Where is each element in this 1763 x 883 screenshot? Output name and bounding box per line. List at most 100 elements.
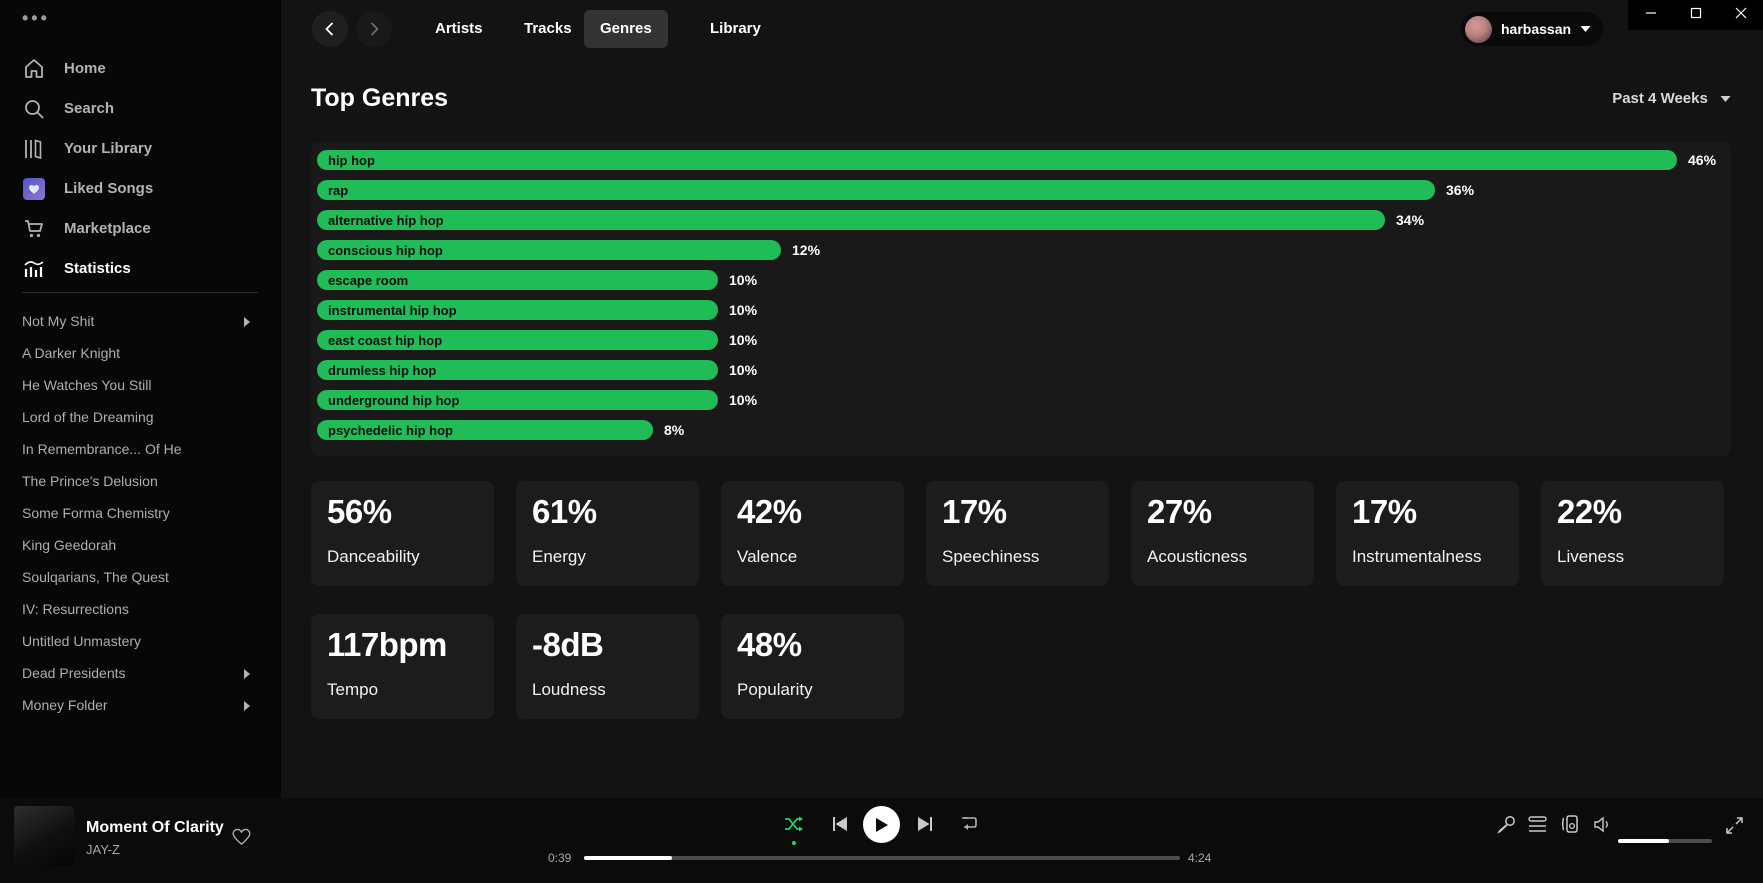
stat-label: Instrumentalness bbox=[1352, 547, 1481, 567]
skip-back-icon bbox=[831, 816, 848, 832]
playlist-label: Soulqarians, The Quest bbox=[22, 569, 169, 585]
playlist-item[interactable]: Not My Shit bbox=[0, 309, 281, 335]
playlist-item[interactable]: King Geedorah bbox=[0, 533, 281, 559]
playlist-label: A Darker Knight bbox=[22, 345, 120, 361]
sidebar-item-your-library[interactable]: Your Library bbox=[0, 134, 281, 164]
connect-device-button[interactable] bbox=[1560, 814, 1580, 839]
next-button[interactable] bbox=[917, 816, 934, 837]
play-button[interactable] bbox=[863, 806, 900, 843]
like-track-button[interactable] bbox=[232, 828, 251, 851]
time-range-dropdown[interactable]: Past 4 Weeks bbox=[1612, 90, 1731, 107]
avatar bbox=[1465, 16, 1492, 43]
now-playing-title[interactable]: Moment Of Clarity bbox=[86, 819, 224, 837]
tab-genres[interactable]: Genres bbox=[584, 10, 668, 48]
queue-button[interactable] bbox=[1528, 816, 1547, 838]
album-art[interactable] bbox=[14, 806, 74, 866]
sidebar-item-search[interactable]: Search bbox=[0, 94, 281, 124]
playlist-item[interactable]: Some Forma Chemistry bbox=[0, 501, 281, 527]
tab-library[interactable]: Library bbox=[694, 10, 777, 48]
progress-bar[interactable] bbox=[584, 856, 1180, 860]
genre-bar: underground hip hop bbox=[317, 390, 718, 410]
genre-bar: hip hop bbox=[317, 150, 1677, 170]
lyrics-button[interactable] bbox=[1497, 815, 1516, 839]
tab-artists[interactable]: Artists bbox=[419, 10, 499, 48]
marketplace-icon bbox=[22, 217, 46, 241]
stat-card-tempo: 117bpmTempo bbox=[311, 614, 494, 719]
playlist-item[interactable]: IV: Resurrections bbox=[0, 597, 281, 623]
devices-icon bbox=[1560, 814, 1580, 834]
stat-label: Valence bbox=[737, 547, 797, 567]
stat-card-speechiness: 17% Speechiness bbox=[926, 481, 1109, 586]
skip-forward-icon bbox=[917, 816, 934, 832]
sidebar-item-home[interactable]: Home bbox=[0, 54, 281, 84]
shuffle-icon bbox=[784, 814, 804, 834]
genre-value-label: 12% bbox=[792, 240, 820, 260]
library-icon bbox=[22, 137, 46, 161]
sidebar-item-marketplace[interactable]: Marketplace bbox=[0, 214, 281, 244]
playlist-label: Some Forma Chemistry bbox=[22, 505, 170, 521]
stat-card-popularity: 48%Popularity bbox=[721, 614, 904, 719]
genre-label: rap bbox=[328, 183, 348, 198]
stat-card-instrumentalness: 17% Instrumentalness bbox=[1336, 481, 1519, 586]
shuffle-button[interactable] bbox=[784, 814, 804, 845]
stat-value: 17% bbox=[1352, 493, 1417, 531]
sidebar-item-statistics[interactable]: Statistics bbox=[0, 254, 281, 284]
stat-card-valence: 42%Valence bbox=[721, 481, 904, 586]
app-menu-icon[interactable]: ••• bbox=[22, 8, 50, 29]
minimize-button[interactable] bbox=[1628, 0, 1673, 30]
playlist-item[interactable]: Untitled Unmastery bbox=[0, 629, 281, 655]
nav-forward-button[interactable] bbox=[356, 11, 392, 47]
playlist-item[interactable]: Soulqarians, The Quest bbox=[0, 565, 281, 591]
microphone-icon bbox=[1497, 815, 1516, 834]
sidebar-item-label: Your Library bbox=[64, 140, 152, 157]
volume-slider[interactable] bbox=[1618, 839, 1712, 843]
genre-bar: instrumental hip hop bbox=[317, 300, 718, 320]
nav-back-button[interactable] bbox=[312, 11, 348, 47]
now-playing-artist[interactable]: JAY-Z bbox=[86, 842, 120, 857]
genre-label: underground hip hop bbox=[328, 393, 459, 408]
sidebar-item-label: Search bbox=[64, 100, 114, 117]
genre-label: psychedelic hip hop bbox=[328, 423, 453, 438]
playlist-item[interactable]: The Prince's Delusion bbox=[0, 469, 281, 495]
playlist-item[interactable]: He Watches You Still bbox=[0, 373, 281, 399]
submenu-chevron-icon[interactable] bbox=[241, 315, 253, 327]
playlist-label: He Watches You Still bbox=[22, 377, 151, 393]
previous-button[interactable] bbox=[831, 816, 848, 837]
maximize-button[interactable] bbox=[1673, 0, 1718, 30]
chevron-down-icon bbox=[1720, 95, 1731, 103]
stat-label: Energy bbox=[532, 547, 586, 567]
tab-tracks[interactable]: Tracks bbox=[508, 10, 588, 48]
time-range-label: Past 4 Weeks bbox=[1612, 90, 1708, 107]
stat-label: Speechiness bbox=[942, 547, 1039, 567]
volume-mute-button[interactable] bbox=[1593, 816, 1612, 838]
playlist-item[interactable]: Money Folder bbox=[0, 693, 281, 719]
stat-value: 22% bbox=[1557, 493, 1622, 531]
chevron-right-icon bbox=[366, 21, 382, 37]
close-button[interactable] bbox=[1718, 0, 1763, 30]
stat-label: Loudness bbox=[532, 680, 606, 700]
chevron-down-icon bbox=[1580, 25, 1591, 33]
genre-label: east coast hip hop bbox=[328, 333, 442, 348]
playlist-item[interactable]: A Darker Knight bbox=[0, 341, 281, 367]
sidebar: ••• Home Search Your Library Liked Songs Mar… bbox=[0, 0, 281, 798]
user-menu-button[interactable]: harbassan bbox=[1461, 12, 1603, 46]
playlist-item[interactable]: Lord of the Dreaming bbox=[0, 405, 281, 431]
fullscreen-button[interactable] bbox=[1726, 817, 1743, 839]
playlist-item[interactable]: In Remembrance... Of He bbox=[0, 437, 281, 463]
submenu-chevron-icon[interactable] bbox=[241, 667, 253, 679]
playlist-label: IV: Resurrections bbox=[22, 601, 129, 617]
genre-value-label: 10% bbox=[729, 270, 757, 290]
stat-value: 17% bbox=[942, 493, 1007, 531]
genre-value-label: 10% bbox=[729, 360, 757, 380]
sidebar-item-liked-songs[interactable]: Liked Songs bbox=[0, 174, 281, 204]
genre-value-label: 46% bbox=[1688, 150, 1716, 170]
app-window: ••• Home Search Your Library Liked Songs Mar… bbox=[0, 0, 1763, 883]
repeat-button[interactable] bbox=[959, 814, 979, 838]
submenu-chevron-icon[interactable] bbox=[241, 699, 253, 711]
genre-bar: drumless hip hop bbox=[317, 360, 718, 380]
username: harbassan bbox=[1501, 21, 1571, 37]
playlist-item[interactable]: Dead Presidents bbox=[0, 661, 281, 687]
stat-card-danceability: 56%Danceability bbox=[311, 481, 494, 586]
stat-value: -8dB bbox=[532, 626, 603, 664]
stat-card-energy: 61%Energy bbox=[516, 481, 699, 586]
